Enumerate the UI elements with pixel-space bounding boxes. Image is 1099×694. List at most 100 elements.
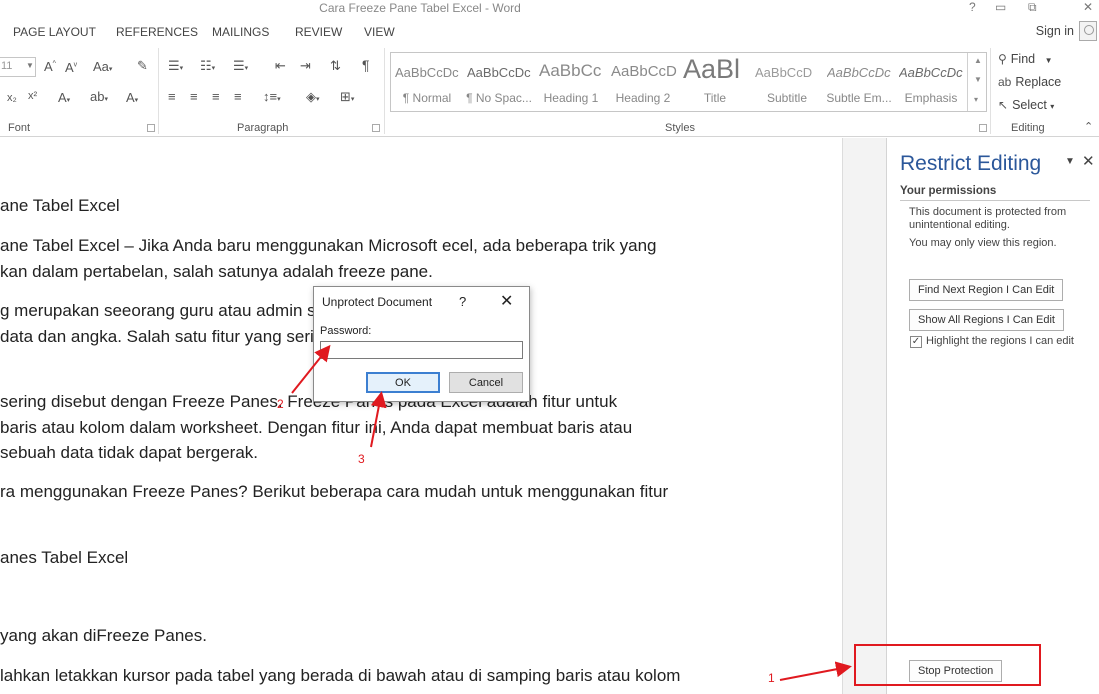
font-dialog-launcher-icon[interactable] <box>147 124 155 132</box>
font-size-box[interactable]: 11 ▼ <box>0 57 36 77</box>
tab-review[interactable]: REVIEW <box>295 25 342 39</box>
replace-icon: ab <box>998 75 1012 89</box>
style-title[interactable]: AaBl Title <box>679 53 751 111</box>
style-sample: AaBbCcDc <box>899 65 963 80</box>
font-size-value: 11 <box>1 60 13 72</box>
highlight-checkbox[interactable]: ✓ <box>910 336 922 348</box>
cursor-icon: ↖ <box>998 98 1009 112</box>
style-sample: AaBbCc <box>539 61 602 80</box>
superscript-icon[interactable]: x² <box>28 90 37 102</box>
doc-line: ane Tabel Excel – Jika Anda baru menggun… <box>0 236 657 255</box>
decrease-indent-icon[interactable]: ⇤ <box>275 58 286 74</box>
style-name: ¶ Normal <box>402 91 452 105</box>
change-case-icon[interactable]: Aa▾ <box>93 59 112 74</box>
clear-formatting-icon[interactable]: ✎ <box>137 58 148 74</box>
show-formatting-marks-icon[interactable]: ¶ <box>362 57 370 73</box>
show-all-regions-button[interactable]: Show All Regions I Can Edit <box>909 309 1064 331</box>
align-center-icon[interactable]: ≡ <box>190 89 198 104</box>
increase-indent-icon[interactable]: ⇥ <box>300 58 311 74</box>
style-sample: AaBbCcDc <box>395 65 459 80</box>
doc-line: ane Tabel Excel <box>0 196 120 215</box>
doc-line: kan dalam pertabelan, salah satunya adal… <box>0 262 433 281</box>
dialog-title: Unprotect Document <box>322 295 433 309</box>
justify-icon[interactable]: ≡ <box>234 89 242 104</box>
styles-dialog-launcher-icon[interactable] <box>979 124 987 132</box>
bullets-icon[interactable]: ☰▾ <box>168 58 183 74</box>
select-button[interactable]: ↖ Select ▾ <box>998 98 1054 112</box>
sort-icon[interactable]: ⇅ <box>330 58 341 74</box>
subscript-icon[interactable]: x₂ <box>7 92 17 104</box>
collapse-ribbon-icon[interactable]: ⌃ <box>1084 120 1093 133</box>
style-name: Heading 2 <box>615 91 671 105</box>
avatar[interactable] <box>1079 21 1097 41</box>
style-name: ¶ No Spac... <box>466 91 532 105</box>
paragraph-dialog-launcher-icon[interactable] <box>372 124 380 132</box>
annotation-step-2: 2 <box>277 397 284 411</box>
dialog-close-button[interactable]: ✕ <box>500 291 513 311</box>
style-sample: AaBbCcD <box>755 65 813 80</box>
close-window-button[interactable]: ✕ <box>1083 0 1093 14</box>
multilevel-list-icon[interactable]: ☰▾ <box>233 58 248 74</box>
chevron-down-icon: ▼ <box>1044 56 1053 65</box>
grow-font-icon[interactable]: A^ <box>44 59 56 74</box>
line-spacing-icon[interactable]: ↕≡▾ <box>263 89 281 104</box>
shading-icon[interactable]: ◈▾ <box>306 89 320 105</box>
group-label-paragraph: Paragraph <box>237 122 289 134</box>
group-separator <box>158 48 159 134</box>
divider <box>900 200 1090 201</box>
doc-line: sebuah data tidak dapat bergerak. <box>0 443 259 462</box>
more-styles-icon[interactable]: ▾ <box>974 95 978 104</box>
ok-button[interactable]: OK <box>366 372 440 393</box>
password-field[interactable] <box>320 341 523 359</box>
find-button[interactable]: ⚲ Find ▼ <box>998 52 1053 66</box>
tab-page-layout[interactable]: PAGE LAYOUT <box>13 25 96 39</box>
scroll-down-icon[interactable]: ▼ <box>974 75 982 84</box>
style-sample: AaBbCcDc <box>827 65 891 80</box>
style-name: Title <box>703 91 727 105</box>
style-name: Subtitle <box>766 91 808 105</box>
style-heading-1[interactable]: AaBbCc Heading 1 <box>535 53 607 111</box>
group-separator <box>384 48 385 134</box>
minimize-restore-button[interactable]: ⧉ <box>1028 0 1037 15</box>
chevron-down-icon: ▾ <box>1050 102 1055 111</box>
doc-line: yang akan diFreeze Panes. <box>0 626 207 645</box>
sign-in-link[interactable]: Sign in <box>1036 24 1074 38</box>
styles-gallery-scroll[interactable]: ▲ ▼ ▾ <box>967 53 987 111</box>
style-no-spacing[interactable]: AaBbCcDc ¶ No Spac... <box>463 53 535 111</box>
style-emphasis[interactable]: AaBbCcDc Emphasis <box>895 53 967 111</box>
annotation-step-1: 1 <box>768 671 775 685</box>
group-label-font: Font <box>8 122 31 134</box>
document-page[interactable]: ane Tabel Excel ane Tabel Excel – Jika A… <box>0 138 842 694</box>
style-subtitle[interactable]: AaBbCcD Subtitle <box>751 53 823 111</box>
pane-options-icon[interactable]: ▼ <box>1065 156 1075 167</box>
font-color-icon[interactable]: A▾ <box>126 90 138 105</box>
dialog-help-button[interactable]: ? <box>459 294 466 309</box>
style-subtle-emphasis[interactable]: AaBbCcDc Subtle Em... <box>823 53 895 111</box>
borders-icon[interactable]: ⊞▾ <box>340 89 354 105</box>
password-label: Password: <box>320 325 372 337</box>
title-bar: Cara Freeze Pane Tabel Excel - Word ? ▭ … <box>0 0 1099 18</box>
replace-button[interactable]: ab Replace <box>998 75 1061 89</box>
text-effects-icon[interactable]: A▾ <box>58 90 70 105</box>
scroll-up-icon[interactable]: ▲ <box>974 56 982 65</box>
highlight-color-icon[interactable]: ab▾ <box>90 89 108 104</box>
style-normal[interactable]: AaBbCcDc ¶ Normal <box>391 53 463 111</box>
protected-text: This document is protected from unintent… <box>909 206 1067 231</box>
find-next-region-button[interactable]: Find Next Region I Can Edit <box>909 279 1064 301</box>
shrink-font-icon[interactable]: Av <box>65 60 77 75</box>
close-icon[interactable]: ✕ <box>1082 152 1095 170</box>
help-button[interactable]: ? <box>969 0 976 14</box>
align-right-icon[interactable]: ≡ <box>212 89 220 104</box>
cancel-button[interactable]: Cancel <box>449 372 523 393</box>
tab-mailings[interactable]: MAILINGS <box>212 25 269 39</box>
group-label-styles: Styles <box>665 122 695 134</box>
tab-view[interactable]: VIEW <box>364 25 395 39</box>
numbering-icon[interactable]: ☷▾ <box>200 58 215 74</box>
align-left-icon[interactable]: ≡ <box>168 89 176 104</box>
style-heading-2[interactable]: AaBbCcD Heading 2 <box>607 53 679 111</box>
ribbon-display-button[interactable]: ▭ <box>995 0 1006 14</box>
group-label-editing: Editing <box>1011 122 1045 134</box>
annotation-step-3: 3 <box>358 452 365 466</box>
tab-references[interactable]: REFERENCES <box>116 25 198 39</box>
view-only-text: You may only view this region. <box>909 237 1057 249</box>
